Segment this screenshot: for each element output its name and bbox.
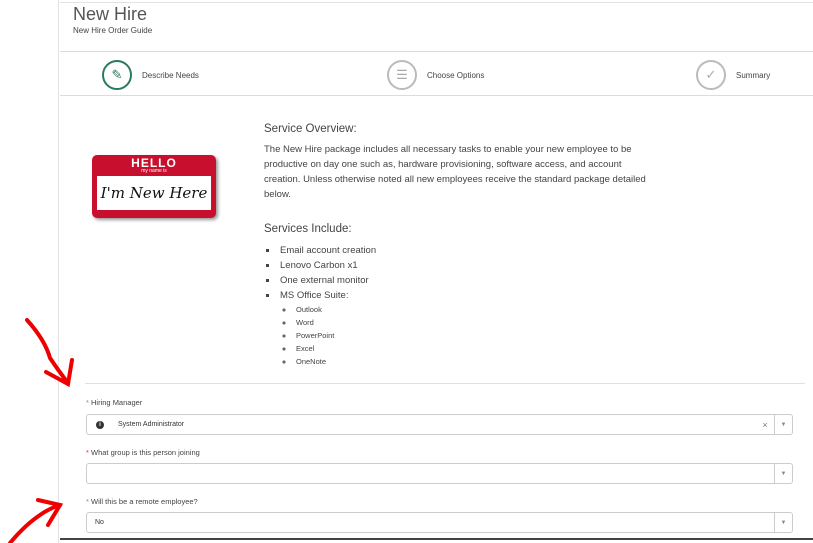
red-arrow-icon bbox=[8, 498, 64, 543]
annotation-arrows bbox=[8, 318, 74, 543]
red-arrow-icon bbox=[25, 318, 74, 388]
